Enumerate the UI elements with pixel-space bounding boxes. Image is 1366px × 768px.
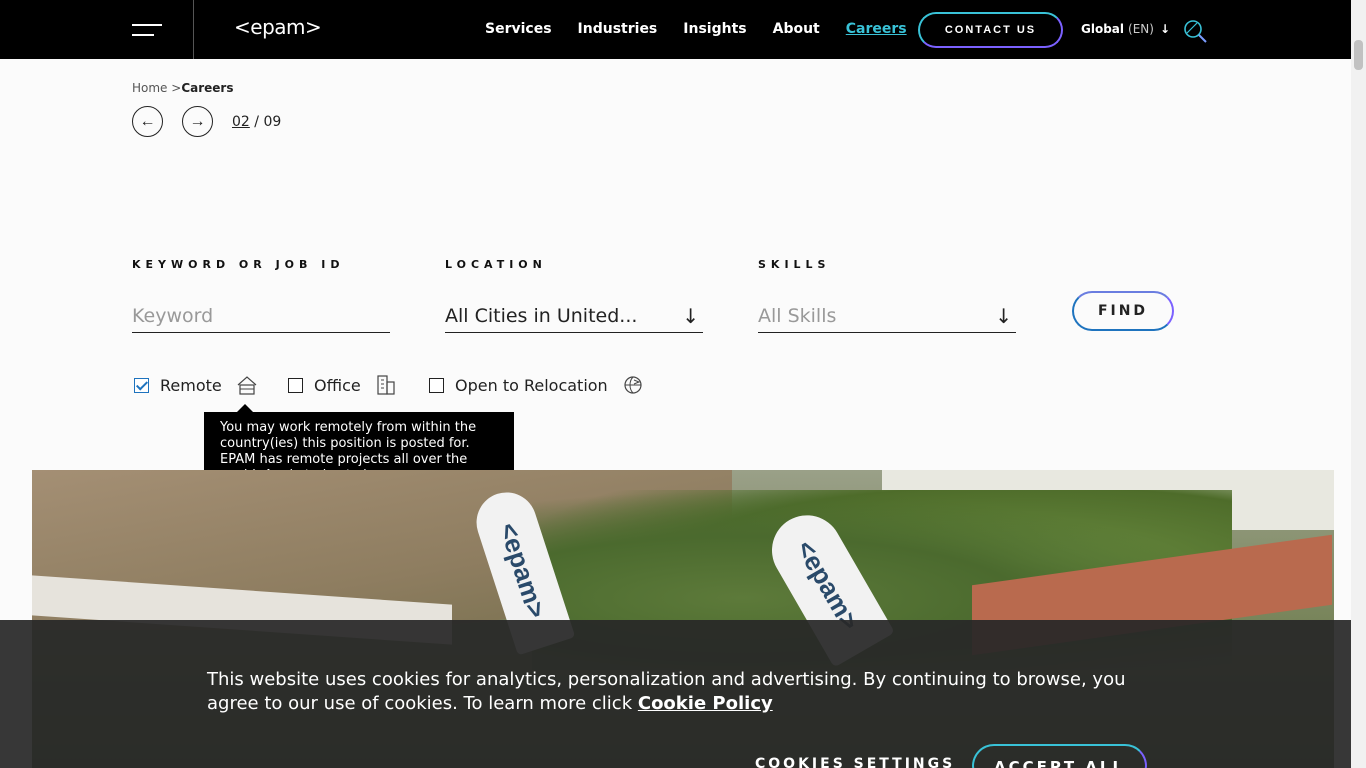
top-navigation-bar: <epam> Services Industries Insights Abou… [0, 0, 1351, 59]
skills-value: All Skills [758, 305, 837, 327]
breadcrumb-home[interactable]: Home [132, 81, 167, 95]
search-icon[interactable] [1183, 19, 1207, 43]
arrow-down-icon: ↓ [1159, 22, 1170, 36]
scrollbar-thumb[interactable] [1354, 40, 1363, 70]
nav-item-about[interactable]: About [773, 21, 820, 37]
nav-item-insights[interactable]: Insights [683, 21, 746, 37]
arrow-down-icon: ↓ [682, 304, 699, 328]
breadcrumb: Home >Careers [132, 81, 234, 95]
home-icon[interactable] [236, 374, 258, 396]
arrow-down-icon: ↓ [995, 304, 1012, 328]
language-selector[interactable]: Global (EN) ↓ [1081, 22, 1170, 36]
hamburger-menu-icon[interactable] [132, 22, 162, 38]
epam-logo[interactable]: <epam> [234, 15, 322, 39]
remote-checkbox[interactable] [134, 377, 149, 393]
globe-plane-icon[interactable] [622, 374, 644, 396]
slide-current: 02 [232, 113, 250, 130]
contact-us-button[interactable]: CONTACT US [918, 12, 1063, 48]
page-scrollbar[interactable] [1351, 0, 1366, 768]
cookie-banner: This website uses cookies for analytics,… [0, 620, 1351, 768]
keyword-label: KEYWORD OR JOB ID [132, 258, 345, 271]
previous-arrow-icon[interactable]: ← [132, 106, 163, 137]
filter-office[interactable]: Office [288, 374, 397, 396]
skills-label: SKILLS [758, 258, 831, 271]
breadcrumb-current: Careers [181, 81, 234, 95]
location-label: LOCATION [445, 258, 547, 271]
remote-label[interactable]: Remote [160, 376, 222, 395]
find-button[interactable]: FIND [1072, 291, 1174, 331]
slide-pager: ← → 02 / 09 [132, 106, 281, 137]
accept-all-button[interactable]: ACCEPT ALL [972, 744, 1147, 768]
slide-separator: / [254, 113, 259, 130]
relocation-label[interactable]: Open to Relocation [455, 376, 608, 395]
language-label: Global [1081, 22, 1125, 36]
nav-item-industries[interactable]: Industries [578, 21, 658, 37]
office-label[interactable]: Office [314, 376, 361, 395]
location-dropdown[interactable]: All Cities in United... ↓ [445, 300, 703, 333]
filter-remote[interactable]: Remote [134, 374, 258, 396]
slide-total: 09 [263, 113, 282, 130]
cookie-message: This website uses cookies for analytics,… [207, 668, 1167, 716]
nav-item-careers[interactable]: Careers [846, 21, 907, 37]
keyword-input[interactable]: Keyword [132, 300, 390, 333]
office-checkbox[interactable] [288, 377, 303, 393]
filter-relocation[interactable]: Open to Relocation [429, 374, 644, 396]
keyword-placeholder: Keyword [132, 305, 214, 327]
slide-counter: 02 / 09 [232, 114, 281, 130]
breadcrumb-separator: > [171, 81, 182, 95]
header-divider [193, 0, 194, 59]
next-arrow-icon[interactable]: → [182, 106, 213, 137]
skills-dropdown[interactable]: All Skills ↓ [758, 300, 1016, 333]
location-value: All Cities in United... [445, 305, 638, 327]
main-nav: Services Industries Insights About Caree… [485, 21, 907, 37]
cookie-policy-link[interactable]: Cookie Policy [638, 693, 773, 714]
nav-item-services[interactable]: Services [485, 21, 552, 37]
relocation-checkbox[interactable] [429, 377, 444, 393]
cookies-settings-button[interactable]: COOKIES SETTINGS [755, 756, 955, 768]
building-icon[interactable] [375, 374, 397, 396]
language-code: (EN) [1128, 22, 1154, 36]
